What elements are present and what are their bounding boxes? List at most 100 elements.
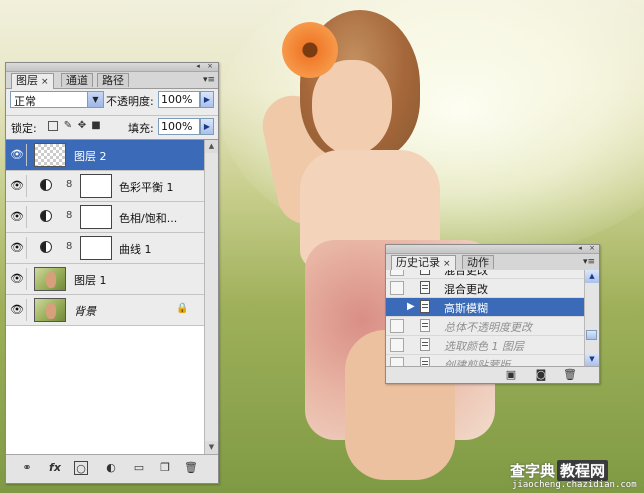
tab-layers-label: 图层: [16, 74, 38, 87]
close-panel-icon[interactable]: ×: [588, 245, 596, 252]
mask-icon[interactable]: ○: [74, 461, 88, 475]
lock-position-icon[interactable]: ✥: [77, 121, 87, 131]
history-item[interactable]: ▶ 高斯模糊: [386, 298, 584, 317]
new-layer-icon[interactable]: ❐: [156, 461, 174, 475]
history-panel: ◂ × 历史记录 × 动作 ▾≡ 混合更改 混合更改 ▶ 高斯模糊 总体不透明度更…: [385, 244, 600, 384]
chevron-down-icon[interactable]: ▼: [87, 92, 103, 107]
history-source-checkbox[interactable]: [390, 357, 404, 366]
lock-icon: 🔒: [176, 303, 189, 314]
layers-tabs: 图层 × 通道 路径 ▾≡: [6, 72, 218, 89]
scroll-up-icon[interactable]: ▲: [585, 270, 599, 283]
blend-mode-select[interactable]: 正常 ▼: [10, 91, 104, 108]
panel-menu-icon[interactable]: ▾≡: [583, 256, 595, 268]
layer-name: 曲线 1: [119, 243, 152, 256]
eye-icon[interactable]: 👁: [8, 206, 27, 228]
history-source-checkbox[interactable]: [390, 270, 404, 276]
lock-pixels-icon[interactable]: ✎: [63, 121, 73, 131]
new-document-icon[interactable]: ▣: [504, 368, 518, 382]
history-item-label: 总体不透明度更改: [444, 321, 532, 334]
trash-icon[interactable]: 🗑: [563, 368, 577, 382]
tab-layers[interactable]: 图层 ×: [11, 73, 54, 89]
history-source-checkbox[interactable]: [390, 338, 404, 352]
trash-icon[interactable]: 🗑: [182, 461, 200, 475]
history-item-label: 选取颜色 1 图层: [444, 340, 524, 353]
history-item[interactable]: 总体不透明度更改: [386, 317, 584, 336]
history-tabs: 历史记录 × 动作 ▾≡: [386, 254, 599, 271]
tab-actions-label: 动作: [467, 256, 489, 269]
opacity-slider-button[interactable]: ▶: [200, 91, 214, 108]
fx-icon[interactable]: fx: [46, 461, 64, 475]
history-source-checkbox[interactable]: [390, 281, 404, 295]
eye-icon[interactable]: 👁: [8, 175, 27, 197]
layer-mask-thumbnail: [80, 236, 112, 260]
history-brush-marker-icon: ▶: [407, 301, 415, 312]
opacity-input[interactable]: 100%: [158, 91, 200, 108]
history-state-icon: [420, 270, 430, 275]
scroll-down-icon[interactable]: ▼: [585, 353, 599, 366]
eye-icon[interactable]: 👁: [8, 144, 27, 166]
layer-row[interactable]: 👁 8 色彩平衡 1: [6, 171, 204, 202]
panel-menu-icon[interactable]: ▾≡: [203, 74, 215, 86]
layer-row[interactable]: 👁 8 曲线 1: [6, 233, 204, 264]
blend-mode-value: 正常: [14, 95, 36, 108]
history-state-icon: [420, 319, 430, 332]
scroll-thumb[interactable]: [586, 330, 597, 340]
lock-all-icon[interactable]: ■: [91, 121, 101, 131]
layers-titlebar[interactable]: ◂ ×: [6, 63, 218, 72]
eye-icon[interactable]: 👁: [8, 268, 27, 290]
layers-scrollbar[interactable]: ▲ ▼: [204, 140, 218, 454]
tab-channels[interactable]: 通道: [61, 73, 93, 87]
layer-list: 👁 图层 2 👁 8 色彩平衡 1 👁 8 色相/饱和... 👁 8 曲线 1 …: [6, 139, 218, 454]
layer-mask-thumbnail: [80, 174, 112, 198]
watermark-text-1: 查字典: [510, 462, 556, 480]
layer-row[interactable]: 👁 8 色相/饱和...: [6, 202, 204, 233]
layer-thumbnail: [34, 143, 66, 167]
layer-row[interactable]: 👁 图层 1: [6, 264, 204, 295]
fill-input[interactable]: 100%: [158, 118, 200, 135]
layer-row[interactable]: 👁 图层 2: [6, 140, 204, 171]
history-state-icon: [420, 357, 430, 366]
close-panel-icon[interactable]: ×: [206, 63, 214, 70]
tab-paths-label: 路径: [102, 74, 124, 87]
layer-row[interactable]: 👁 背景 🔒: [6, 295, 204, 326]
history-state-icon: [420, 281, 430, 294]
tab-close-icon[interactable]: ×: [443, 259, 451, 269]
adjustment-icon[interactable]: ◐: [102, 461, 120, 475]
history-source-checkbox[interactable]: [390, 319, 404, 333]
eye-icon[interactable]: 👁: [8, 299, 27, 321]
tab-close-icon[interactable]: ×: [41, 77, 49, 87]
history-item[interactable]: 混合更改: [386, 279, 584, 298]
lock-row: 锁定: ✎ ✥ ■ 填充: 100% ▶: [6, 115, 218, 136]
history-state-icon: [420, 338, 430, 351]
link-icon[interactable]: ⚭: [18, 461, 36, 475]
photo-flower: [282, 22, 338, 78]
adjustment-layer-icon: [40, 210, 52, 222]
tab-actions[interactable]: 动作: [462, 255, 494, 269]
history-bottom-toolbar: ▣ ◙ 🗑: [386, 366, 599, 383]
fill-slider-button[interactable]: ▶: [200, 118, 214, 135]
folder-icon[interactable]: ▭: [130, 461, 148, 475]
history-titlebar[interactable]: ◂ ×: [386, 245, 599, 254]
chain-link-icon[interactable]: 8: [66, 241, 72, 252]
history-item[interactable]: 混合更改: [386, 270, 584, 279]
layers-bottom-toolbar: ⚭ fx ○ ◐ ▭ ❐ 🗑: [6, 454, 218, 483]
snapshot-icon[interactable]: ◙: [534, 368, 548, 382]
eye-icon[interactable]: 👁: [8, 237, 27, 259]
history-item[interactable]: 选取颜色 1 图层: [386, 336, 584, 355]
scroll-down-icon[interactable]: ▼: [205, 441, 218, 454]
tab-history-label: 历史记录: [396, 256, 440, 269]
layer-name: 色彩平衡 1: [119, 181, 174, 194]
photo-face: [312, 60, 392, 155]
layer-name: 图层 2: [74, 150, 107, 163]
chain-link-icon[interactable]: 8: [66, 179, 72, 190]
scroll-up-icon[interactable]: ▲: [205, 140, 218, 153]
adjustment-layer-icon: [40, 179, 52, 191]
collapse-icon[interactable]: ◂: [194, 63, 202, 70]
tab-history[interactable]: 历史记录 ×: [391, 255, 456, 271]
collapse-icon[interactable]: ◂: [576, 245, 584, 252]
tab-paths[interactable]: 路径: [97, 73, 129, 87]
chain-link-icon[interactable]: 8: [66, 210, 72, 221]
lock-transparent-icon[interactable]: [48, 121, 58, 131]
history-scrollbar[interactable]: ▲ ▼: [584, 270, 599, 366]
history-item[interactable]: 创建剪贴蒙版: [386, 355, 584, 366]
